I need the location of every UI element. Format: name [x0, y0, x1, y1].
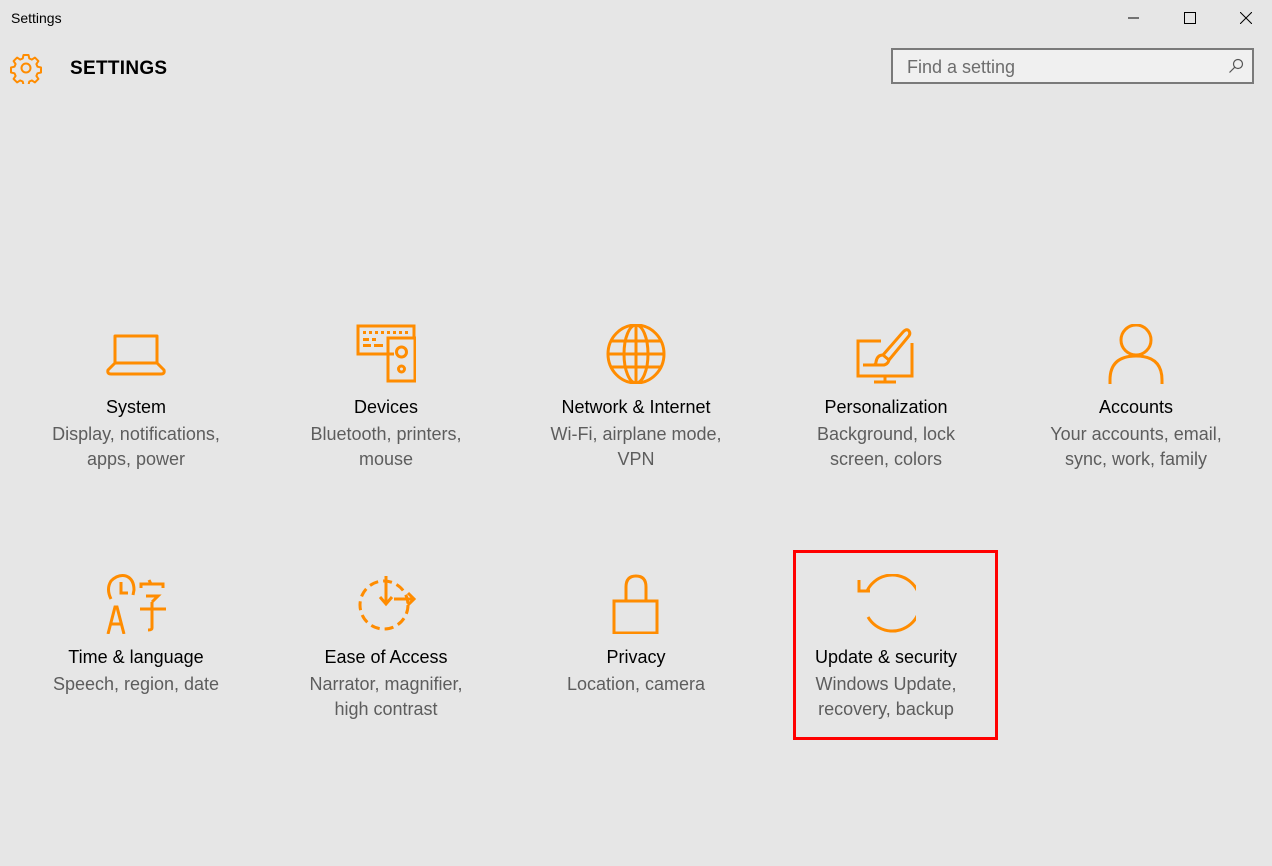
tile-description: Windows Update, recovery, backup [786, 672, 986, 722]
paintbrush-monitor-icon [856, 328, 914, 384]
close-icon [1240, 12, 1252, 24]
tile-title: Devices [353, 397, 419, 417]
update-icon [857, 574, 916, 633]
devices-icon [356, 324, 416, 383]
tile-desc-line: Display, notifications, [52, 424, 220, 444]
tile-title: Ease of Access [324, 647, 448, 667]
tile-time-language[interactable]: Time & language Speech, region, date [36, 574, 236, 754]
tile-update-security[interactable]: Update & security Windows Update, recover… [786, 574, 986, 754]
maximize-button[interactable] [1167, 0, 1213, 36]
tile-system[interactable]: System Display, notifications, apps, powe… [36, 324, 236, 504]
tile-description: Wi-Fi, airplane mode, VPN [536, 422, 736, 472]
tile-title: Privacy [606, 647, 666, 667]
tile-desc-line: sync, work, family [1064, 449, 1208, 469]
tile-personalization[interactable]: Personalization Background, lock screen, … [786, 324, 986, 504]
tile-desc-line: high contrast [334, 699, 438, 719]
tile-desc-line: VPN [617, 449, 655, 469]
tile-accounts[interactable]: Accounts Your accounts, email, sync, work… [1036, 324, 1236, 504]
tile-desc-line: screen, colors [829, 449, 943, 469]
globe-icon [606, 324, 666, 384]
tile-description: Bluetooth, printers, mouse [286, 422, 486, 472]
page-title: SETTINGS [70, 58, 168, 79]
tile-title: System [105, 397, 166, 417]
tile-description: Display, notifications, apps, power [36, 422, 236, 472]
search-box[interactable] [891, 48, 1254, 84]
gear-icon [10, 54, 42, 84]
tile-network-internet[interactable]: Network & Internet Wi-Fi, airplane mode,… [536, 324, 736, 504]
tile-desc-line: Windows Update, [815, 674, 957, 694]
close-button[interactable] [1223, 0, 1269, 36]
tile-description: Your accounts, email, sync, work, family [1036, 422, 1236, 472]
minimize-icon [1128, 17, 1139, 19]
tile-desc-line: Background, lock [816, 424, 956, 444]
tile-title: Update & security [814, 647, 958, 667]
tile-title: Network & Internet [561, 397, 711, 417]
tile-description: Speech, region, date [36, 672, 236, 697]
minimize-button[interactable] [1111, 0, 1157, 36]
tile-desc-line: mouse [358, 449, 414, 469]
laptop-icon [106, 334, 166, 376]
ease-of-access-icon [358, 576, 416, 631]
maximize-icon [1184, 12, 1196, 24]
title-bar: Settings [0, 0, 1272, 38]
app-title: Settings [11, 10, 62, 26]
tile-title: Accounts [1098, 397, 1174, 417]
tile-desc-line: apps, power [86, 449, 186, 469]
lock-icon [612, 574, 659, 634]
tile-desc-line: Location, camera [566, 674, 706, 694]
search-icon[interactable] [1228, 58, 1244, 74]
tile-devices[interactable]: Devices Bluetooth, printers, mouse [286, 324, 486, 504]
person-icon [1108, 324, 1164, 384]
tile-description: Background, lock screen, colors [786, 422, 986, 472]
tile-description: Location, camera [536, 672, 736, 697]
tile-desc-line: Narrator, magnifier, [309, 674, 463, 694]
tile-desc-line: Your accounts, email, [1050, 424, 1222, 444]
time-language-icon [106, 574, 166, 634]
tile-desc-line: Bluetooth, printers, [310, 424, 462, 444]
tile-desc-line: Wi-Fi, airplane mode, [550, 424, 722, 444]
tile-title: Personalization [824, 397, 948, 417]
tile-ease-of-access[interactable]: Ease of Access Narrator, magnifier, high … [286, 574, 486, 754]
tile-desc-line: recovery, backup [818, 699, 954, 719]
tile-description: Narrator, magnifier, high contrast [286, 672, 486, 722]
tile-privacy[interactable]: Privacy Location, camera [536, 574, 736, 754]
tile-title: Time & language [68, 647, 204, 667]
search-input[interactable] [893, 50, 1229, 84]
tile-desc-line: Speech, region, date [52, 674, 220, 694]
